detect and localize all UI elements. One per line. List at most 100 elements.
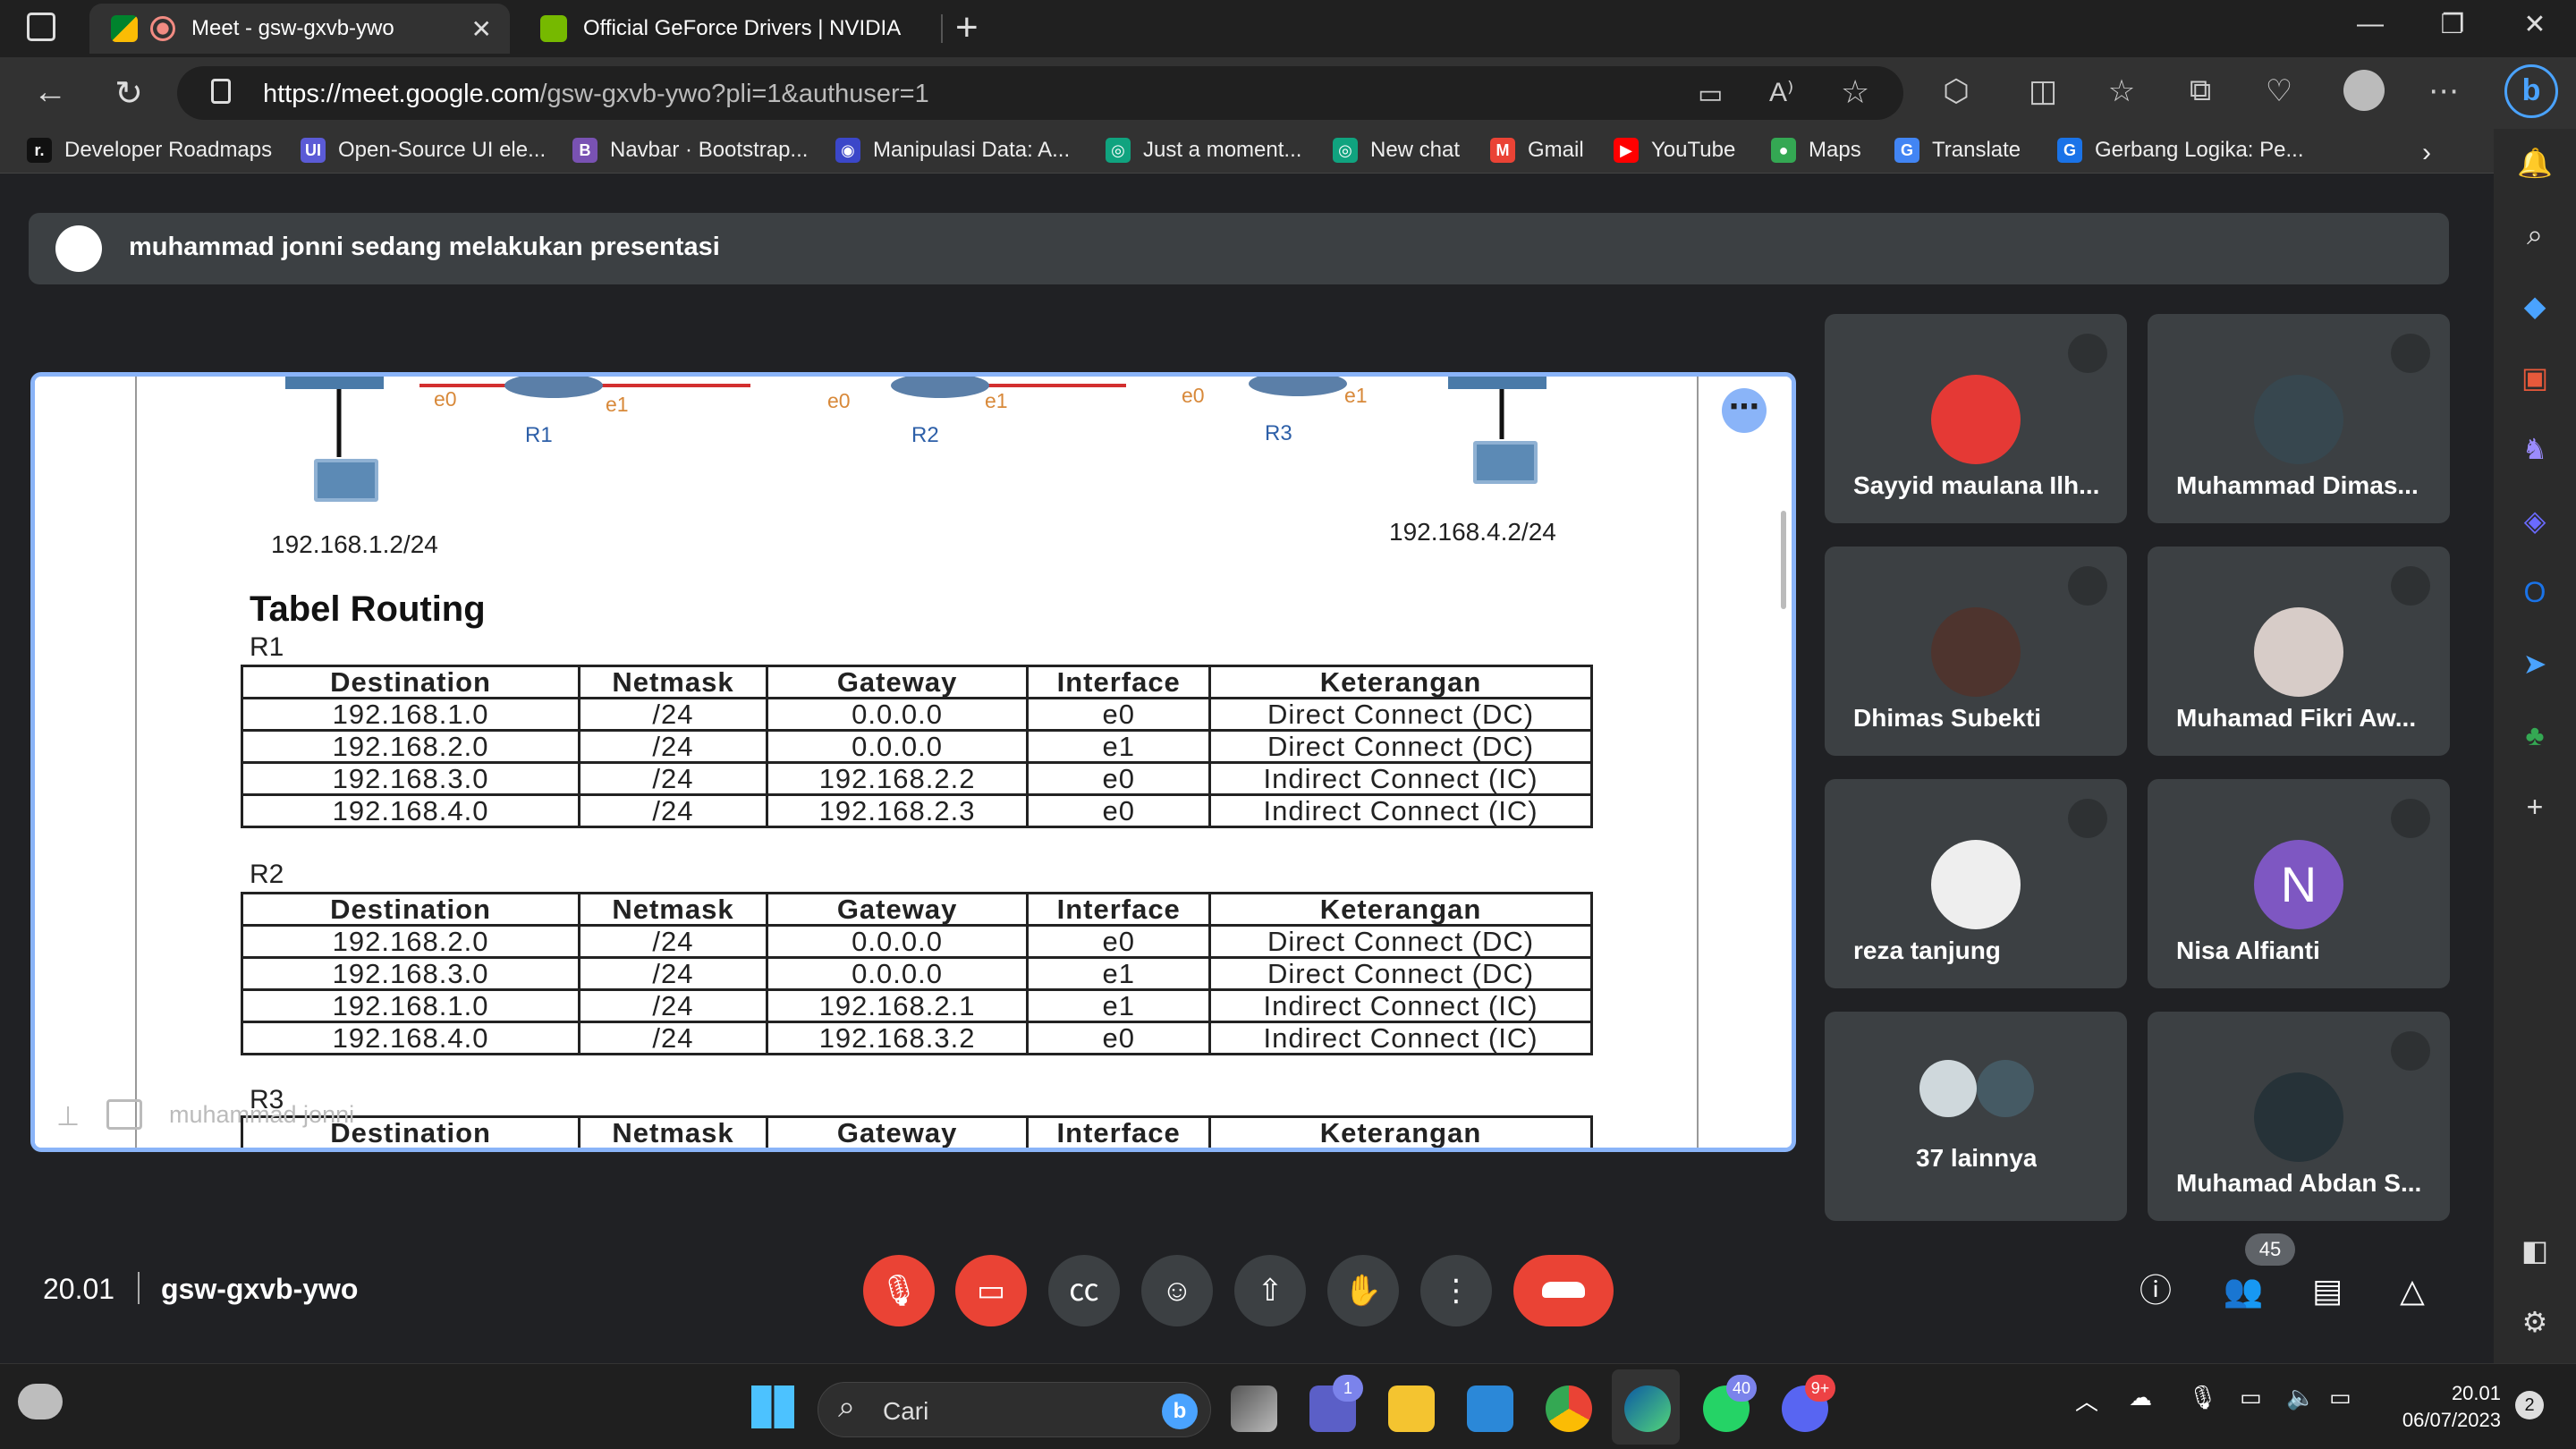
outlook-icon[interactable]: O — [2513, 571, 2556, 614]
add-icon[interactable]: + — [2513, 785, 2556, 828]
games-icon[interactable]: ♞ — [2513, 428, 2556, 470]
copilot-icon[interactable]: ◈ — [2513, 499, 2556, 542]
participant-avatar — [1977, 1060, 2034, 1117]
tree-icon[interactable]: ♣ — [2513, 714, 2556, 757]
notifications-badge[interactable]: 2 — [2515, 1391, 2544, 1419]
participant-tile[interactable]: reza tanjung — [1825, 779, 2127, 988]
more-options-button[interactable]: ⋮ — [1420, 1255, 1492, 1326]
back-icon[interactable]: ← — [29, 73, 72, 112]
interface-label: e0 — [1182, 384, 1205, 407]
bookmark-item[interactable]: G Translate — [1894, 138, 2021, 163]
network-icon[interactable]: ▭ — [2240, 1384, 2262, 1411]
onedrive-icon[interactable]: ☁ — [2129, 1384, 2152, 1411]
refresh-icon[interactable]: ↻ — [107, 73, 150, 114]
volume-icon[interactable]: 🔈 — [2286, 1384, 2315, 1411]
split-screen-icon[interactable]: ◫ — [2023, 73, 2063, 109]
presenter-name-overlay: muhammad jonni — [169, 1101, 355, 1128]
restore-icon[interactable]: ❐ — [2435, 9, 2470, 40]
participant-tile[interactable]: Sayyid maulana Ilh... — [1825, 314, 2127, 523]
telegram-icon[interactable]: ➤ — [2513, 642, 2556, 685]
mic-off-button[interactable]: 🎙 — [863, 1255, 935, 1326]
battery-icon[interactable]: ▭ — [2329, 1384, 2351, 1411]
participant-tile[interactable]: Muhamad Abdan S... — [2148, 1012, 2450, 1221]
participant-tile[interactable]: Muhammad Dimas... — [2148, 314, 2450, 523]
activities-icon[interactable]: △ — [2390, 1268, 2435, 1313]
start-icon[interactable] — [751, 1385, 794, 1428]
extensions-icon[interactable]: ⬡ — [1936, 73, 1976, 109]
address-bar[interactable]: https://meet.google.com/gsw-gxvb-ywo?pli… — [177, 66, 1903, 120]
pin-icon[interactable]: ⊥ — [56, 1101, 80, 1132]
tab-nvidia[interactable]: Official GeForce Drivers | NVIDIA — [519, 4, 939, 54]
presentation-stage[interactable]: R1 R2 R3 e0 e1 e0 e1 e0 e1 192.168.1.2/2… — [30, 372, 1796, 1152]
stage-more-options-icon[interactable]: ⋯ — [1722, 388, 1767, 433]
search-icon[interactable]: ⌕ — [2513, 213, 2556, 256]
close-window-icon[interactable]: ✕ — [2517, 9, 2553, 40]
camera-off-button[interactable]: ▭ — [955, 1255, 1027, 1326]
new-tab-icon[interactable]: + — [955, 5, 979, 50]
lock-icon[interactable] — [211, 79, 231, 104]
bookmark-item[interactable]: G Gerbang Logika: Pe... — [2057, 138, 2303, 163]
meeting-info-icon[interactable]: ⓘ — [2133, 1268, 2178, 1313]
leave-call-button[interactable] — [1513, 1255, 1614, 1326]
tab-meet[interactable]: Meet - gsw-gxvb-ywo ✕ — [89, 4, 510, 54]
performance-icon[interactable]: ♡ — [2259, 73, 2299, 109]
profile-avatar[interactable] — [2343, 70, 2385, 111]
weather-icon[interactable] — [18, 1384, 63, 1419]
bookmark-item[interactable]: ◎ Just a moment... — [1106, 138, 1301, 163]
more-options-icon[interactable]: ⋯ — [2424, 73, 2463, 109]
favorite-star-icon[interactable]: ☆ — [1841, 73, 1869, 111]
chat-icon[interactable]: ▤ — [2305, 1268, 2350, 1313]
sidebar-toggle-icon[interactable]: ◧ — [2513, 1229, 2556, 1272]
camera-blocked-icon[interactable]: ▭ — [1698, 79, 1723, 110]
task-view-icon[interactable] — [1231, 1385, 1277, 1432]
bookmark-item[interactable]: r. Developer Roadmaps — [27, 138, 272, 163]
read-aloud-icon[interactable]: A⁾ — [1769, 77, 1793, 108]
interface-label: e0 — [827, 389, 851, 412]
bookmark-favicon-icon: UI — [301, 138, 326, 163]
chrome-icon[interactable] — [1546, 1385, 1592, 1432]
tray-chevron-icon[interactable]: ︿ — [2075, 1384, 2098, 1417]
bing-copilot-icon[interactable]: b — [2504, 64, 2558, 118]
settings-gear-icon[interactable]: ⚙ — [2513, 1301, 2556, 1343]
participant-tile[interactable]: Dhimas Subekti — [1825, 547, 2127, 756]
edge-icon[interactable] — [1624, 1385, 1671, 1432]
raise-hand-button[interactable]: ✋ — [1327, 1255, 1399, 1326]
present-screen-button[interactable]: ⇧ — [1234, 1255, 1306, 1326]
slide-border-right — [1697, 377, 1699, 1148]
bookmark-item[interactable]: M Gmail — [1490, 138, 1584, 163]
bookmark-item[interactable]: ◉ Manipulasi Data: A... — [835, 138, 1070, 163]
notifications-icon[interactable]: 🔔 — [2513, 141, 2556, 184]
slide-scrollbar[interactable] — [1781, 511, 1786, 609]
microsoft-store-icon[interactable] — [1467, 1385, 1513, 1432]
table-cell: /24 — [578, 924, 768, 959]
bookmark-item[interactable]: ◎ New chat — [1333, 138, 1460, 163]
bookmark-item[interactable]: ▶ YouTube — [1614, 138, 1735, 163]
minimize-icon[interactable]: — — [2352, 9, 2388, 39]
bookmark-item[interactable]: ● Maps — [1771, 138, 1861, 163]
collections-icon[interactable]: ⧉ — [2181, 73, 2220, 108]
close-tab-icon[interactable]: ✕ — [471, 14, 492, 44]
taskbar-clock[interactable]: 20.01 06/07/2023 — [2388, 1380, 2501, 1434]
emoji-button[interactable]: ☺ — [1141, 1255, 1213, 1326]
participant-tile[interactable]: N Nisa Alfianti — [2148, 779, 2450, 988]
tile-frame-icon[interactable] — [106, 1099, 142, 1130]
bookmarks-overflow-chevron-icon[interactable]: › — [2422, 138, 2431, 168]
shopping-icon[interactable]: ◆ — [2513, 284, 2556, 327]
tools-icon[interactable]: ▣ — [2513, 356, 2556, 399]
participant-tile[interactable]: Muhamad Fikri Aw... — [2148, 547, 2450, 756]
url-text[interactable]: https://meet.google.com/gsw-gxvb-ywo?pli… — [263, 80, 929, 109]
file-explorer-icon[interactable] — [1388, 1385, 1435, 1432]
people-icon[interactable]: 👥 — [2221, 1268, 2266, 1313]
captions-button[interactable]: ㏄ — [1048, 1255, 1120, 1326]
bookmarks-bar: r. Developer Roadmaps UI Open-Source UI ele… — [0, 129, 2576, 174]
tab-actions-icon[interactable] — [27, 13, 55, 41]
others-tile[interactable]: 37 lainnya — [1825, 1012, 2127, 1221]
microphone-icon[interactable]: 🎙 — [2188, 1384, 2217, 1411]
taskbar-search[interactable]: ⌕ Cari b — [818, 1382, 1211, 1437]
bookmark-item[interactable]: UI Open-Source UI ele... — [301, 138, 546, 163]
table-cell: e1 — [1026, 956, 1212, 991]
column-header: Interface — [1026, 892, 1212, 927]
column-header: Netmask — [578, 892, 768, 927]
bookmark-item[interactable]: B Navbar · Bootstrap... — [572, 138, 808, 163]
favorites-icon[interactable]: ☆ — [2102, 73, 2141, 109]
